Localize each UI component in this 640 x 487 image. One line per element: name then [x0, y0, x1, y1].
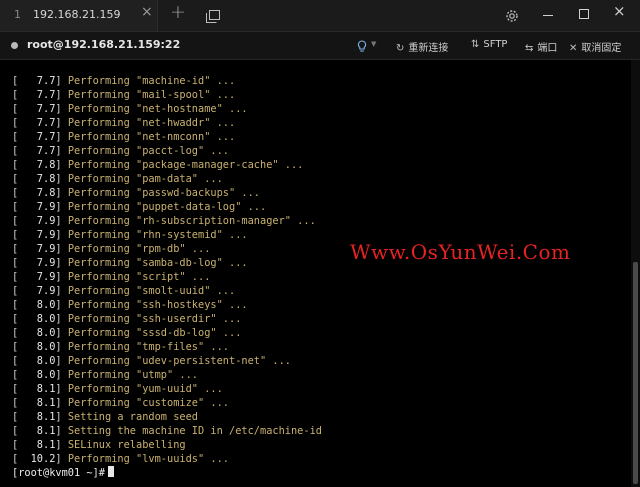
terminal-line: [ 8.0] Performing "sssd-db-log" ...: [12, 327, 242, 339]
connection-status-dot: [11, 42, 18, 49]
terminal-line: [ 8.0] Performing "tmp-files" ...: [12, 341, 229, 353]
shell-prompt[interactable]: [root@kvm01 ~]#: [12, 466, 114, 480]
title-bar: 1 192.168.21.159 × + ×: [0, 0, 640, 32]
minimize-button[interactable]: [543, 15, 553, 16]
terminal-line: [ 7.9] Performing "rh-subscription-manag…: [12, 215, 316, 227]
port-label: 端口: [537, 43, 558, 54]
terminal-line: [ 8.0] Performing "ssh-hostkeys" ...: [12, 299, 248, 311]
terminal-line: [ 8.1] Performing "yum-uuid" ...: [12, 383, 223, 395]
terminal-line: [ 8.1] SELinux relabelling: [12, 439, 186, 451]
lightbulb-icon[interactable]: [357, 38, 367, 57]
unpin-label: 取消固定: [581, 43, 622, 54]
session-tab[interactable]: 1 192.168.21.159 ×: [0, 0, 158, 31]
tab-title[interactable]: 192.168.21.159: [33, 8, 120, 21]
terminal-line: [ 8.0] Performing "ssh-userdir" ...: [12, 313, 242, 325]
chevron-down-icon[interactable]: ▼: [371, 40, 376, 48]
sftp-label: SFTP: [483, 39, 508, 50]
terminal-line: [ 8.1] Setting the machine ID in /etc/ma…: [12, 425, 322, 437]
terminal-line: [ 7.7] Performing "pacct-log" ...: [12, 145, 229, 157]
terminal-line: [ 7.7] Performing "mail-spool" ...: [12, 89, 236, 101]
sftp-icon: ⇅: [471, 39, 480, 50]
reconnect-button[interactable]: ↻ 重新连接: [396, 39, 448, 54]
tab-number: 1: [14, 8, 21, 21]
terminal-line: [ 7.8] Performing "package-manager-cache…: [12, 159, 304, 171]
maximize-button[interactable]: [579, 9, 589, 19]
session-title: root@192.168.21.159:22: [27, 38, 181, 51]
new-tab-button[interactable]: +: [170, 3, 186, 22]
terminal-line: [ 8.0] Performing "utmp" ...: [12, 369, 198, 381]
pin-icon: ✕: [569, 43, 578, 54]
terminal-line: [ 7.9] Performing "rpm-db" ...: [12, 243, 211, 255]
terminal-output[interactable]: [ 7.7] Performing "machine-id" ... [ 7.7…: [0, 60, 630, 487]
terminal-line: [ 7.9] Performing "puppet-data-log" ...: [12, 201, 267, 213]
terminal-line: [ 7.8] Performing "pam-data" ...: [12, 173, 223, 185]
tab-close-button[interactable]: ×: [141, 5, 153, 19]
terminal-line: [ 8.1] Setting a random seed: [12, 411, 198, 423]
port-forward-button[interactable]: ⇆ 端口: [525, 39, 557, 54]
prompt-text: [root@kvm01 ~]#: [12, 467, 105, 479]
gear-icon[interactable]: [505, 8, 519, 27]
terminal-line: [ 7.7] Performing "net-nmconn" ...: [12, 131, 236, 143]
terminal-line: [ 7.9] Performing "samba-db-log" ...: [12, 257, 248, 269]
terminal-line: [ 7.7] Performing "machine-id" ...: [12, 75, 236, 87]
sftp-button[interactable]: ⇅ SFTP: [471, 39, 507, 50]
terminal-line: [ 8.0] Performing "udev-persistent-net" …: [12, 355, 291, 367]
text-cursor: [108, 466, 114, 477]
terminal-line: [ 8.1] Performing "customize" ...: [12, 397, 229, 409]
tab-list-icon[interactable]: [206, 8, 220, 27]
close-window-button[interactable]: ×: [613, 4, 626, 19]
terminal-line: [ 10.2] Performing "lvm-uuids" ...: [12, 453, 229, 465]
scrollbar-thumb[interactable]: [633, 262, 638, 484]
terminal-line: [ 7.9] Performing "smolt-uuid" ...: [12, 285, 236, 297]
unpin-button[interactable]: ✕ 取消固定: [569, 39, 621, 54]
watermark: Www.OsYunWei.Com: [350, 240, 571, 264]
terminal-line: [ 7.9] Performing "rhn-systemid" ...: [12, 229, 248, 241]
reconnect-label: 重新连接: [408, 43, 449, 54]
terminal-line: [ 7.7] Performing "net-hostname" ...: [12, 103, 248, 115]
terminal-scrollbar[interactable]: [631, 60, 640, 487]
terminal-line: [ 7.9] Performing "script" ...: [12, 271, 211, 283]
terminal-line: [ 7.7] Performing "net-hwaddr" ...: [12, 117, 236, 129]
plug-icon: ⇆: [525, 43, 534, 54]
session-toolbar: root@192.168.21.159:22 ▼ ↻ 重新连接 ⇅ SFTP ⇆ 端口…: [0, 32, 640, 60]
terminal-line: [ 7.8] Performing "passwd-backups" ...: [12, 187, 260, 199]
reconnect-icon: ↻: [396, 43, 405, 54]
